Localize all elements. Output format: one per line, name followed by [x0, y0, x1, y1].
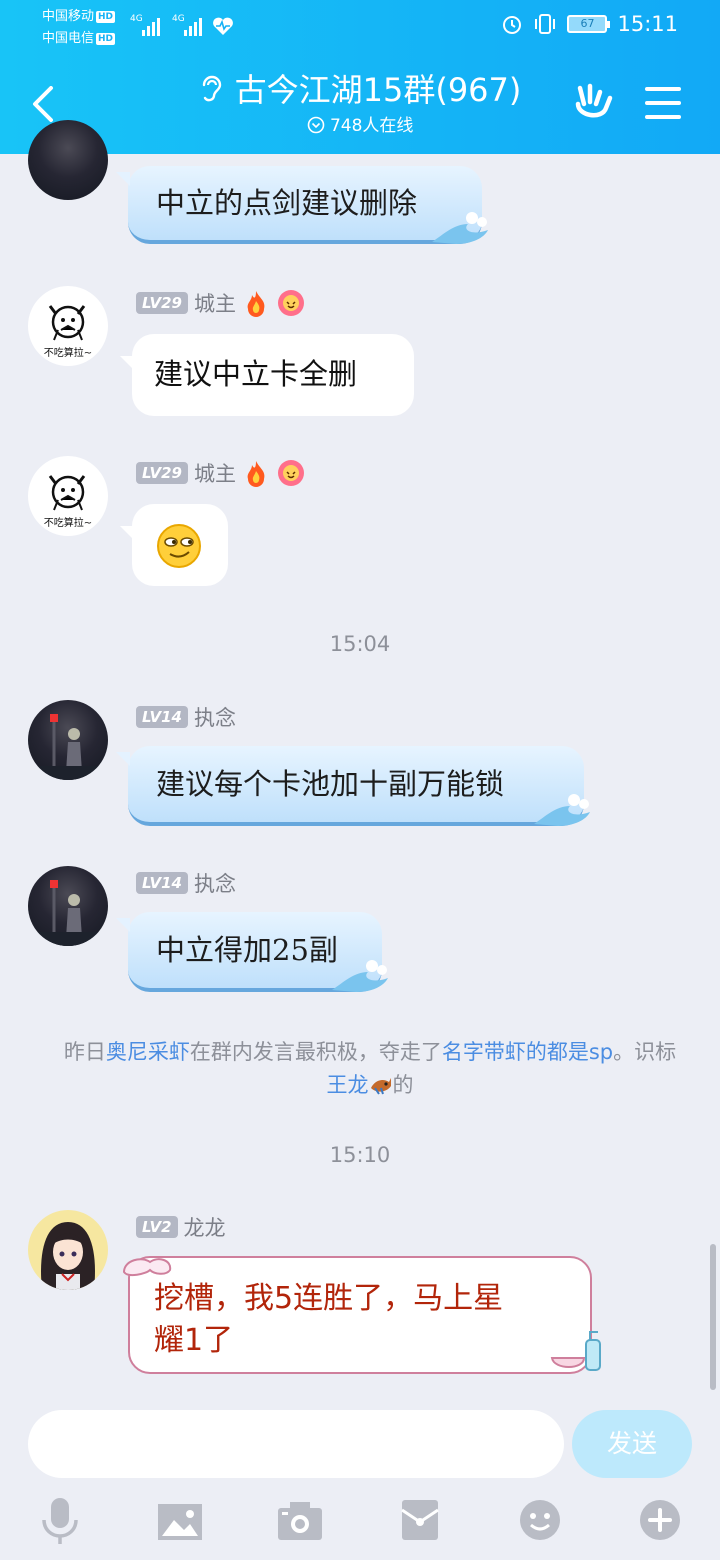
avatar-caption: 不吃算拉~ — [43, 518, 93, 529]
network-label: 4G — [172, 14, 185, 24]
avatar[interactable] — [28, 120, 108, 200]
image-icon[interactable] — [156, 1502, 204, 1542]
chevron-down-circle-icon — [307, 116, 324, 134]
bubble-tail — [116, 918, 130, 932]
message-bubble[interactable] — [132, 504, 228, 586]
gesture-icon[interactable] — [572, 82, 614, 122]
online-label: 748人在线 — [329, 116, 414, 136]
vibrate-icon — [535, 14, 556, 34]
system-notice: 昨日奥尼采虾在群内发言最积极，夺走了名字带虾的都是sp。识标王龙的 — [60, 1036, 680, 1102]
avatar[interactable]: 不吃算拉~ — [28, 286, 108, 366]
network-label: 4G — [130, 14, 143, 24]
avatar[interactable] — [28, 1210, 108, 1290]
bath-decoration-icon — [550, 1331, 601, 1371]
sender-name[interactable]: 城主 — [194, 288, 236, 318]
level-badge: LV2 — [136, 1216, 178, 1238]
carrier-info: 中国移动 HD 中国电信 HD — [42, 6, 116, 50]
bubble-tail — [116, 752, 130, 766]
emoji-icon[interactable] — [518, 1498, 562, 1542]
alarm-icon — [503, 16, 522, 34]
sender-meta: LV14 执念 — [136, 868, 236, 898]
menu-icon[interactable] — [644, 86, 682, 120]
input-toolbar — [0, 1496, 720, 1546]
girl-avatar-icon — [41, 1222, 95, 1290]
message-bubble[interactable]: 中立得加25副 — [128, 912, 388, 992]
plus-icon[interactable] — [638, 1498, 682, 1542]
bubble-tail — [120, 526, 134, 540]
send-button[interactable]: 发送 — [572, 1410, 692, 1478]
time-divider: 15:10 — [329, 1143, 391, 1167]
notice-badge2-link[interactable]: 王龙 — [327, 1073, 369, 1097]
status-time: 15:11 — [617, 12, 678, 36]
fire-icon — [247, 291, 265, 317]
level-badge: LV29 — [136, 462, 188, 484]
camera-icon[interactable] — [276, 1500, 324, 1542]
notice-text: 。识标 — [613, 1040, 677, 1064]
dragon-icon — [370, 1078, 391, 1095]
bubble-tail — [116, 172, 130, 186]
hd-badge: HD — [96, 33, 116, 45]
carrier1: 中国移动 — [42, 9, 95, 24]
carrier2: 中国电信 — [42, 31, 95, 46]
level-badge: LV29 — [136, 292, 188, 314]
sender-meta: LV2 龙龙 — [136, 1212, 226, 1242]
avatar[interactable] — [28, 866, 108, 946]
level-badge: LV14 — [136, 872, 188, 894]
message-bubble[interactable]: 中立的点剑建议删除 — [128, 166, 488, 244]
sender-meta: LV14 执念 — [136, 702, 236, 732]
heart-icon — [213, 17, 233, 35]
message-input[interactable] — [28, 1410, 564, 1478]
notice-text: 昨日 — [63, 1040, 106, 1064]
hd-badge: HD — [96, 11, 116, 23]
scrollbar[interactable] — [710, 1244, 716, 1390]
ear-icon — [202, 75, 221, 102]
message-text: 中立得加25副 — [156, 933, 338, 967]
message-bubble[interactable]: 挖槽，我5连胜了，马上星 耀1了 — [128, 1256, 592, 1374]
avatar-caption: 不吃算拉~ — [43, 348, 93, 359]
avatar[interactable]: 不吃算拉~ — [28, 456, 108, 536]
message-bubble[interactable]: 建议每个卡池加十副万能锁 — [128, 746, 590, 826]
signal-icon — [142, 14, 160, 36]
chat-header: 中国移动 HD 中国电信 HD 4G 4G 67 15:11 古今江湖15群(967… — [0, 0, 720, 154]
message-text: 建议每个卡池加十副万能锁 — [156, 767, 505, 801]
notice-user-link[interactable]: 奥尼采虾 — [106, 1040, 190, 1064]
bubble-tail — [120, 356, 134, 370]
sender-name[interactable]: 执念 — [194, 702, 236, 732]
message-text: 耀1了 — [154, 1323, 234, 1358]
level-badge: LV14 — [136, 706, 188, 728]
group-title[interactable]: 古今江湖15群(967) — [235, 71, 522, 109]
message-text: 挖槽，我5连胜了，马上星 — [154, 1281, 504, 1316]
wave-decoration-icon — [332, 960, 388, 992]
message-bubble[interactable]: 建议中立卡全删 — [132, 334, 414, 416]
message-text: 建议中立卡全删 — [154, 357, 358, 391]
flower-face-icon — [277, 290, 304, 316]
mic-icon[interactable] — [40, 1496, 80, 1546]
sender-name[interactable]: 执念 — [194, 868, 236, 898]
notice-text: 在群内发言最积极，夺走了 — [189, 1040, 442, 1064]
figure-avatar-icon — [28, 880, 108, 946]
sender-name[interactable]: 龙龙 — [184, 1212, 226, 1242]
signal-icon — [184, 14, 202, 36]
sender-meta: LV29 城主 — [136, 288, 306, 318]
notice-text: 的 — [392, 1073, 414, 1097]
fire-icon — [247, 461, 265, 487]
sender-meta: LV29 城主 — [136, 458, 306, 488]
message-text: 中立的点剑建议删除 — [156, 186, 418, 220]
status-bar: 中国移动 HD 中国电信 HD 4G 4G 67 15:11 — [0, 0, 720, 54]
redpacket-icon[interactable] — [400, 1498, 440, 1542]
sender-name[interactable]: 城主 — [194, 458, 236, 488]
notice-badge-link[interactable]: 名字带虾的都是sp — [442, 1040, 613, 1064]
smirk-emoji-icon — [157, 524, 201, 568]
status-right: 67 15:11 — [501, 12, 678, 36]
figure-avatar-icon — [28, 714, 108, 780]
wave-decoration-icon — [534, 794, 590, 826]
time-divider: 15:04 — [329, 632, 391, 656]
goggles-decoration-icon — [122, 1258, 172, 1277]
avatar[interactable] — [28, 700, 108, 780]
battery-indicator: 67 — [567, 15, 611, 33]
wave-decoration-icon — [432, 212, 488, 244]
flower-face-icon — [277, 460, 304, 486]
